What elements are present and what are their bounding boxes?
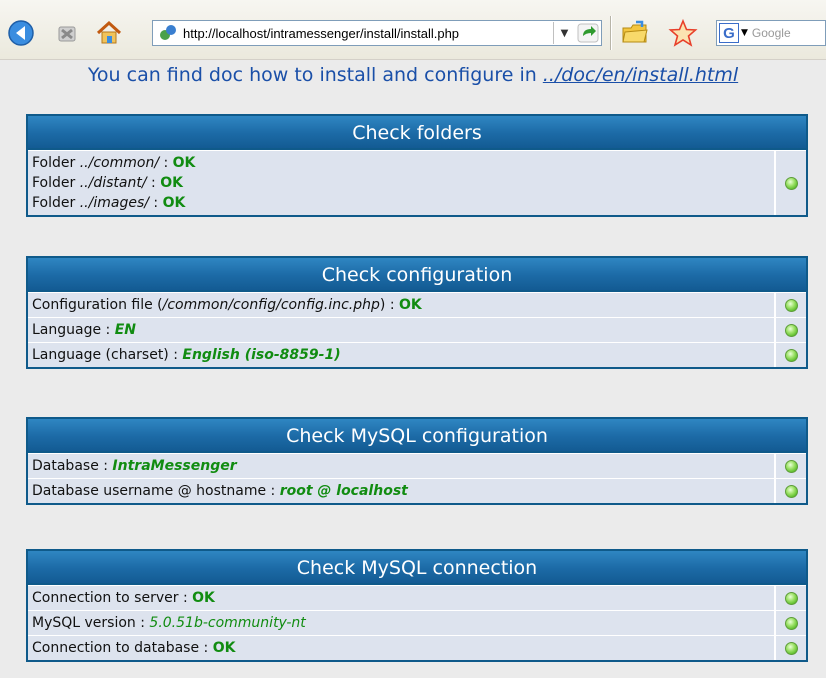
status-ok-icon — [784, 298, 798, 312]
intro-line: You can find doc how to install and conf… — [0, 60, 826, 92]
status-ok-icon — [784, 176, 798, 190]
database-value: IntraMessenger — [112, 458, 237, 474]
charset-row: Language (charset) : English (iso-8859-1… — [28, 342, 806, 367]
search-placeholder[interactable]: Google — [752, 26, 791, 40]
folder-images-status: OK — [162, 195, 186, 211]
dropdown-arrow-icon[interactable]: ▼ — [553, 22, 575, 44]
user-host-row: Database username @ hostname : root @ lo… — [28, 478, 806, 503]
intro-text: You can find doc how to install and conf… — [87, 64, 543, 86]
check-mysql-config-panel: Check MySQL configuration Database : Int… — [26, 417, 808, 505]
folder-common-line: Folder ../common/ : OK — [32, 155, 196, 171]
mysql-version-row: MySQL version : 5.0.51b-community-nt — [28, 610, 806, 635]
check-folders-panel: Check folders Folder ../common/ : OK Fol… — [26, 114, 808, 217]
language-value: EN — [114, 322, 136, 338]
site-icon — [160, 25, 176, 40]
folder-common-status: OK — [172, 155, 196, 171]
status-ok-icon — [784, 591, 798, 605]
config-file-path: /common/config/config.inc.php — [162, 297, 380, 313]
page-content: You can find doc how to install and conf… — [0, 60, 826, 678]
check-mysql-connection-title: Check MySQL connection — [28, 551, 806, 585]
check-folders-title: Check folders — [28, 116, 806, 150]
folders-list: Folder ../common/ : OK Folder ../distant… — [28, 151, 774, 215]
server-connection-row: Connection to server : OK — [28, 585, 806, 610]
status-ok-icon — [784, 484, 798, 498]
server-connection-status: OK — [192, 590, 215, 606]
folder-common-path: ../common/ — [79, 155, 160, 171]
database-connection-status: OK — [212, 640, 236, 656]
google-search-box[interactable]: G ▼ Google — [716, 20, 826, 46]
database-row: Database : IntraMessenger — [28, 453, 806, 478]
mysql-version-value: 5.0.51b-community-nt — [149, 615, 306, 631]
status-ok-icon — [784, 348, 798, 362]
database-connection-row: Connection to database : OK — [28, 635, 806, 660]
folders-row: Folder ../common/ : OK Folder ../distant… — [28, 150, 806, 215]
check-configuration-panel: Check configuration Configuration file (… — [26, 256, 808, 369]
status-ok-icon — [784, 459, 798, 473]
status-ok-icon — [784, 616, 798, 630]
go-arrow-icon[interactable] — [575, 22, 601, 44]
status-ok-icon — [784, 641, 798, 655]
google-logo-icon[interactable]: G — [719, 23, 739, 43]
check-mysql-config-title: Check MySQL configuration — [28, 419, 806, 453]
browser-toolbar: http://localhost/intramessenger/install/… — [0, 0, 826, 60]
address-bar[interactable]: http://localhost/intramessenger/install/… — [152, 20, 602, 46]
user-host-value: root @ localhost — [279, 483, 408, 499]
install-doc-link[interactable]: ../doc/en/install.html — [543, 64, 738, 86]
status-ok-icon — [784, 323, 798, 337]
folder-distant-line: Folder ../distant/ : OK — [32, 175, 183, 191]
stop-icon[interactable] — [52, 18, 82, 48]
folder-images-line: Folder ../images/ : OK — [32, 195, 186, 211]
search-engine-dropdown-icon[interactable]: ▼ — [741, 28, 748, 38]
check-mysql-connection-panel: Check MySQL connection Connection to ser… — [26, 549, 808, 662]
home-icon[interactable] — [94, 18, 124, 48]
star-icon[interactable] — [668, 18, 698, 48]
folder-distant-status: OK — [160, 175, 183, 191]
toolbar-separator — [610, 16, 612, 50]
charset-value: English (iso-8859-1) — [182, 347, 341, 363]
back-arrow-icon[interactable] — [6, 18, 36, 48]
language-row: Language : EN — [28, 317, 806, 342]
folder-images-path: ../images/ — [79, 195, 149, 211]
folders-status-cell — [776, 151, 806, 215]
config-file-status: OK — [399, 297, 422, 313]
folder-distant-path: ../distant/ — [79, 175, 147, 191]
config-file-row: Configuration file (/common/config/confi… — [28, 292, 806, 317]
check-configuration-title: Check configuration — [28, 258, 806, 292]
folder-icon[interactable] — [620, 18, 650, 48]
url-text[interactable]: http://localhost/intramessenger/install/… — [183, 26, 553, 41]
